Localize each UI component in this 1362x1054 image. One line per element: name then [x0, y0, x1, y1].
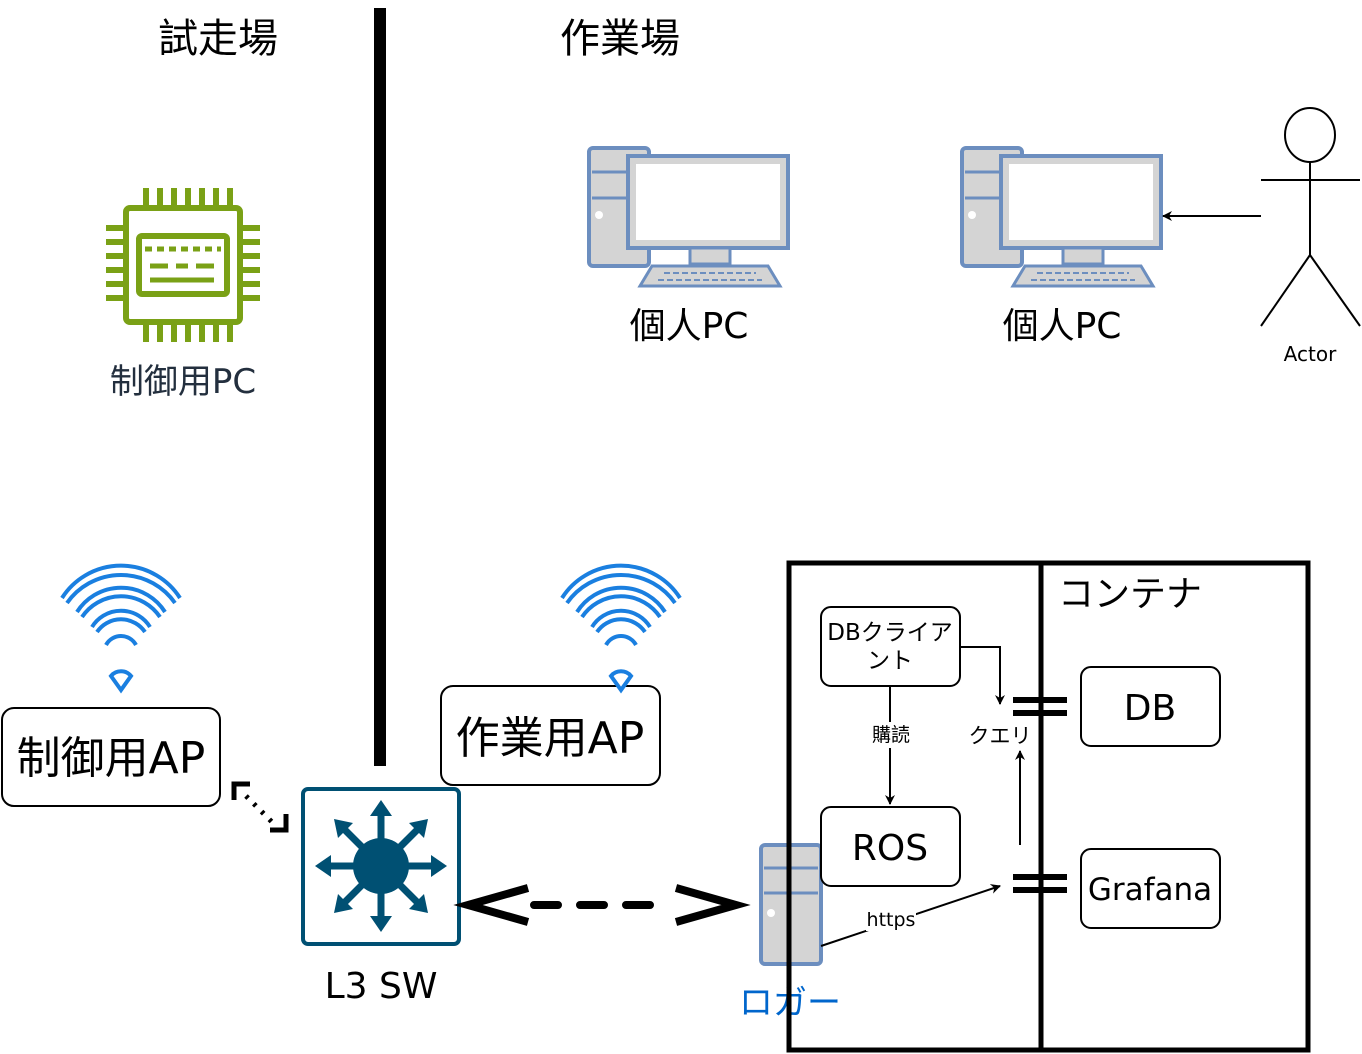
wifi-icon: [560, 563, 682, 647]
ap-switch-link: [231, 781, 289, 833]
desktop-computer-icon: [960, 146, 1163, 288]
db-client-label-line2: ント: [867, 648, 913, 674]
grafana-label: Grafana: [1088, 872, 1212, 908]
zone-divider: [374, 8, 386, 766]
db-client-box: [820, 606, 961, 687]
control-ap-label: 制御用AP: [17, 733, 206, 784]
zone-title-left: 試走場: [158, 16, 278, 62]
db-label: DB: [1124, 688, 1176, 729]
microchip-icon: [106, 188, 260, 342]
dbclient-query-arrow: [960, 646, 1005, 705]
personal-pc-2-label: 個人PC: [1003, 306, 1122, 347]
actor-label: Actor: [1284, 342, 1337, 366]
desktop-computer-icon: [587, 146, 790, 288]
network-switch-icon: [301, 787, 461, 946]
wifi-icon: [60, 563, 182, 694]
control-pc-label: 制御用PC: [110, 362, 256, 402]
db-client-label-line1: DBクライア: [827, 620, 953, 646]
personal-pc-1-label: 個人PC: [630, 306, 749, 347]
subscribe-edge-label: 購読: [872, 724, 910, 746]
ros-label: ROS: [852, 828, 928, 869]
container-label: コンテナ: [1058, 574, 1202, 615]
https-edge-label: https: [867, 909, 916, 931]
stick-figure-icon: [1260, 107, 1361, 327]
query-edge-label: クエリ: [969, 724, 1032, 748]
zone-title-right: 作業場: [560, 16, 680, 62]
work-ap-label: 作業用AP: [456, 713, 645, 764]
l3-switch-label: L3 SW: [325, 966, 438, 1007]
switch-logger-link: [453, 884, 751, 926]
